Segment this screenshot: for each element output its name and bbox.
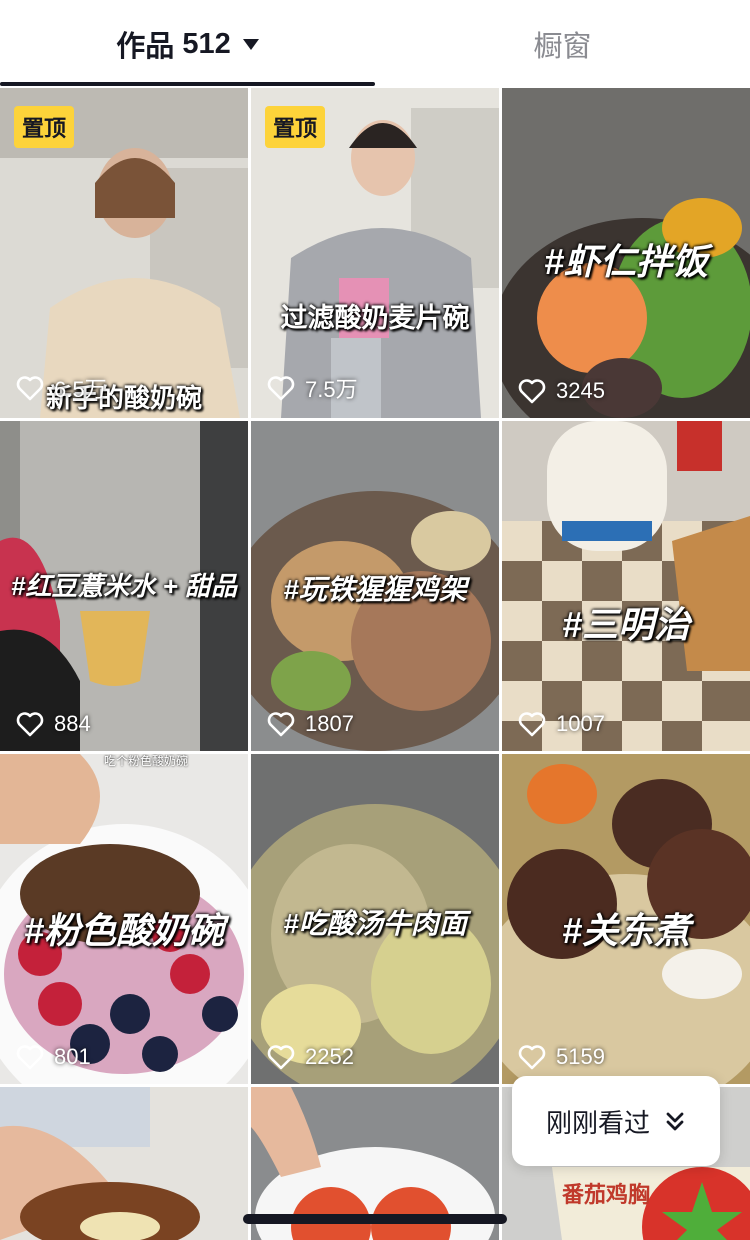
chevron-double-down-icon bbox=[666, 1112, 684, 1131]
likes-count: 1807 bbox=[267, 711, 354, 737]
heart-icon bbox=[267, 1045, 295, 1070]
tab-works-label: 作品 bbox=[116, 31, 175, 63]
video-thumbnail[interactable]: #三明治 1007 bbox=[502, 421, 750, 751]
tab-window[interactable]: 橱窗 bbox=[375, 0, 750, 88]
likes-count: 2252 bbox=[267, 1044, 354, 1070]
likes-count: 7.5万 bbox=[267, 372, 358, 404]
heart-icon bbox=[267, 376, 295, 401]
likes-value: 801 bbox=[54, 1044, 91, 1069]
pinned-badge: 置顶 bbox=[265, 106, 326, 148]
overlay-text: 吃个粉色酸奶碗 bbox=[104, 754, 189, 768]
video-thumbnail[interactable]: 吃个粉色酸奶碗 #粉色酸奶碗 801 bbox=[0, 754, 248, 1084]
thumbnail-image bbox=[0, 1087, 248, 1240]
video-thumbnail[interactable]: #吃酸汤牛肉面 2252 bbox=[251, 754, 499, 1084]
heart-icon bbox=[16, 376, 44, 401]
video-caption: #粉色酸奶碗 bbox=[23, 910, 225, 951]
likes-count: 1007 bbox=[518, 711, 605, 737]
video-thumbnail[interactable]: #红豆薏米水 + 甜品 884 bbox=[0, 421, 248, 751]
video-thumbnail[interactable]: #玩铁猩猩鸡架 1807 bbox=[251, 421, 499, 751]
video-caption: #玩铁猩猩鸡架 bbox=[283, 574, 467, 605]
likes-value: 1007 bbox=[556, 711, 605, 736]
heart-icon bbox=[518, 1045, 546, 1070]
video-thumbnail[interactable]: #虾仁拌饭 3245 bbox=[502, 88, 750, 418]
likes-count: 6.5万 bbox=[16, 372, 107, 404]
likes-value: 6.5万 bbox=[54, 377, 107, 402]
tab-window-label: 橱窗 bbox=[533, 31, 592, 63]
heart-icon bbox=[518, 712, 546, 737]
heart-icon bbox=[16, 712, 44, 737]
likes-value: 2252 bbox=[305, 1044, 354, 1069]
heart-icon bbox=[267, 712, 295, 737]
pinned-badge: 置顶 bbox=[14, 106, 75, 148]
video-caption: #关东煮 bbox=[561, 910, 691, 951]
tab-works[interactable]: 作品 512 bbox=[0, 0, 375, 88]
likes-value: 3245 bbox=[556, 378, 605, 403]
video-thumbnail[interactable]: 置顶 新手的酸奶碗 6.5万 bbox=[0, 88, 248, 418]
likes-count: 3245 bbox=[518, 378, 605, 404]
thumbnail-image bbox=[502, 421, 750, 751]
video-thumbnail[interactable]: #关东煮 5159 bbox=[502, 754, 750, 1084]
likes-value: 5159 bbox=[556, 1044, 605, 1069]
video-caption: #虾仁拌饭 bbox=[543, 241, 709, 282]
video-caption: #红豆薏米水 + 甜品 bbox=[10, 571, 238, 601]
recently-viewed-label: 刚刚看过 bbox=[545, 1107, 650, 1138]
likes-value: 1807 bbox=[305, 711, 354, 736]
video-caption: #三明治 bbox=[561, 604, 691, 645]
recently-viewed-button[interactable]: 刚刚看过 bbox=[512, 1076, 720, 1166]
heart-icon bbox=[518, 379, 546, 404]
likes-value: 7.5万 bbox=[305, 377, 358, 402]
video-thumbnail[interactable]: 置顶 过滤酸奶麦片碗 7.5万 bbox=[251, 88, 499, 418]
caret-down-icon[interactable] bbox=[242, 38, 259, 50]
home-indicator[interactable] bbox=[243, 1214, 507, 1224]
video-caption: 过滤酸奶麦片碗 bbox=[280, 303, 470, 333]
likes-count: 801 bbox=[16, 1044, 91, 1070]
profile-tabs: 作品 512 橱窗 bbox=[0, 0, 750, 88]
likes-count: 5159 bbox=[518, 1044, 605, 1070]
tab-indicator bbox=[0, 82, 375, 86]
likes-count: 884 bbox=[16, 711, 91, 737]
video-thumbnail[interactable] bbox=[0, 1087, 248, 1240]
tab-works-count: 512 bbox=[182, 27, 231, 60]
video-caption: #吃酸汤牛肉面 bbox=[283, 908, 467, 939]
heart-icon bbox=[16, 1045, 44, 1070]
likes-value: 884 bbox=[54, 711, 91, 736]
package-text: 番茄鸡胸 bbox=[562, 1182, 651, 1207]
